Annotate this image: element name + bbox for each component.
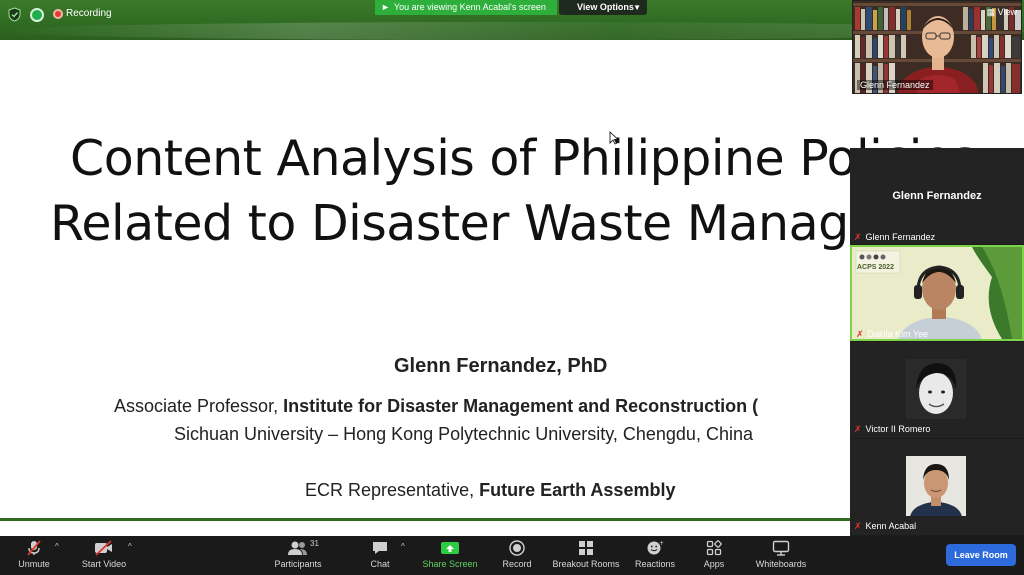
security-shield-icon[interactable] xyxy=(7,7,22,22)
viewing-text: You are viewing Kenn Acabal's screen xyxy=(393,2,546,12)
participant-tile-dakila[interactable]: ACPS 2022 ✗ Dakila Kim Yee xyxy=(850,245,1024,369)
mic-muted-icon: ✗ xyxy=(856,329,864,339)
active-speaker-video[interactable]: ▦ View Glenn Fernandez xyxy=(852,0,1022,94)
mic-muted-icon: ✗ xyxy=(854,424,862,434)
whiteboards-label: Whiteboards xyxy=(755,559,807,569)
slide-ecr-line: ECR Representative, Future Earth Assembl… xyxy=(305,480,675,501)
affil-institute: Institute for Disaster Management and Re… xyxy=(283,396,759,416)
mic-muted-icon xyxy=(12,536,56,558)
share-screen-label: Share Screen xyxy=(422,559,478,569)
participant-tile-glenn[interactable]: Glenn Fernandez ✗ Glenn Fernandez xyxy=(850,148,1024,244)
view-options-label: View Options xyxy=(577,2,634,12)
speaker-view-label: View xyxy=(997,7,1017,17)
encryption-icon[interactable] xyxy=(30,8,44,22)
participant-label: ✗ Victor II Romero xyxy=(854,424,930,435)
whiteboard-icon xyxy=(752,536,810,558)
record-label: Record xyxy=(502,559,532,569)
share-screen-button[interactable]: Share Screen xyxy=(420,536,480,575)
record-icon xyxy=(498,536,536,558)
mouse-cursor-icon xyxy=(609,131,619,145)
view-options-button[interactable]: View Options ▼ xyxy=(559,0,647,15)
mic-muted-icon: ✗ xyxy=(854,232,862,242)
leave-room-button[interactable]: Leave Room xyxy=(946,544,1016,566)
participants-count: 31 xyxy=(310,539,319,548)
gallery-panel: Glenn Fernandez ✗ Glenn Fernandez ACPS 20… xyxy=(850,148,1024,536)
avatar xyxy=(906,456,966,516)
chevron-down-icon: ▼ xyxy=(633,3,641,12)
mic-muted-icon: ✗ xyxy=(854,521,862,531)
chat-options-chevron-icon[interactable]: ^ xyxy=(401,542,405,551)
reactions-button[interactable]: + Reactions xyxy=(632,536,678,575)
recording-dot-icon xyxy=(53,9,63,19)
reactions-label: Reactions xyxy=(634,559,676,569)
grid-view-icon: ▦ xyxy=(986,7,996,17)
svg-text:+: + xyxy=(659,540,664,547)
record-button[interactable]: Record xyxy=(498,536,536,575)
chat-button[interactable]: Chat xyxy=(362,536,398,575)
video-options-chevron-icon[interactable]: ^ xyxy=(128,542,132,551)
recording-label[interactable]: Recording xyxy=(66,8,112,19)
slide-affiliation-line2: Sichuan University – Hong Kong Polytechn… xyxy=(174,424,753,444)
speaker-name-label: Glenn Fernandez xyxy=(857,80,933,90)
chat-label: Chat xyxy=(370,559,390,569)
whiteboards-button[interactable]: Whiteboards xyxy=(752,536,810,575)
participant-label: ✗ Dakila Kim Yee xyxy=(856,329,928,340)
apps-label: Apps xyxy=(703,559,725,569)
participant-name: Glenn Fernandez xyxy=(865,232,936,242)
affil-prefix: Associate Professor, xyxy=(114,396,284,416)
participant-name: Dakila Kim Yee xyxy=(867,329,929,339)
apps-button[interactable]: Apps xyxy=(698,536,730,575)
avatar xyxy=(906,359,966,419)
viewing-screen-banner: ► You are viewing Kenn Acabal's screen xyxy=(375,0,557,15)
ecr-prefix: ECR Representative, xyxy=(305,480,480,500)
meeting-toolbar: Unmute ^ Start Video ^ Participants 31 C… xyxy=(0,536,1024,575)
breakout-rooms-icon xyxy=(552,536,620,558)
breakout-rooms-label: Breakout Rooms xyxy=(552,559,620,569)
participant-label: ✗ Kenn Acabal xyxy=(854,521,916,532)
zoom-meeting-window: Content Analysis of Philippine Policies … xyxy=(0,0,1024,575)
participant-name-header: Glenn Fernandez xyxy=(892,190,982,202)
start-video-label: Start Video xyxy=(81,559,127,569)
start-video-button[interactable]: Start Video xyxy=(78,536,130,575)
audio-options-chevron-icon[interactable]: ^ xyxy=(55,542,59,551)
chat-bubble-icon xyxy=(362,536,398,558)
participant-name: Kenn Acabal xyxy=(865,521,917,531)
unmute-button[interactable]: Unmute xyxy=(12,536,56,575)
participants-label: Participants xyxy=(274,559,322,569)
camera-off-icon xyxy=(78,536,130,558)
apps-icon xyxy=(698,536,730,558)
participant-name: Victor II Romero xyxy=(865,424,931,434)
share-screen-icon xyxy=(420,536,480,558)
speaker-view-button[interactable]: ▦ View xyxy=(987,7,1017,18)
acps-badge: ACPS 2022 xyxy=(857,264,894,271)
slide-affiliation-line1: Associate Professor, Institute for Disas… xyxy=(114,396,758,417)
participant-label: ✗ Glenn Fernandez xyxy=(854,232,935,243)
speaker-icon: ► xyxy=(381,2,390,12)
ecr-assembly: Future Earth Assembly xyxy=(479,480,676,500)
breakout-rooms-button[interactable]: Breakout Rooms xyxy=(552,536,620,575)
participant-tile-victor[interactable]: ✗ Victor II Romero xyxy=(850,342,1024,438)
participant-video-image: ACPS 2022 xyxy=(852,247,1022,369)
participant-tile-kenn[interactable]: ✗ Kenn Acabal xyxy=(850,439,1024,535)
reactions-smiley-icon: + xyxy=(632,536,678,558)
unmute-label: Unmute xyxy=(18,559,50,569)
slide-author: Glenn Fernandez, PhD xyxy=(394,355,608,377)
